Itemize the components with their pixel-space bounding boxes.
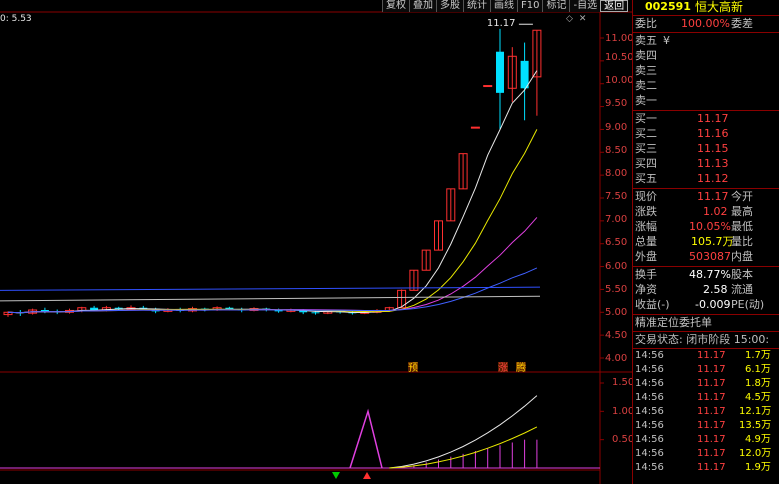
stat-row: 总量 105.7万 量比 bbox=[635, 235, 753, 248]
price-tick: 9.00 bbox=[605, 122, 628, 133]
tick-row: 14:56 11.17 1.8万 bbox=[635, 378, 771, 389]
ask-row[interactable]: 卖五 ¥ bbox=[633, 34, 779, 48]
chart-controls: ◇ ✕ bbox=[566, 14, 586, 24]
ma-line bbox=[7, 70, 538, 314]
ask-row[interactable]: 卖二 bbox=[633, 79, 779, 93]
quote-panel: 002591 恒大高新 委比 100.00% 委差 卖五 ¥ 卖四 卖三 卖二 … bbox=[632, 0, 779, 484]
ask-row[interactable]: 卖一 bbox=[633, 94, 779, 108]
trade-status: 交易状态: 闭市阶段 15:00: bbox=[635, 333, 770, 346]
stock-code: 002591 bbox=[645, 0, 691, 13]
weibi-row: 委比 100.00% 委差 bbox=[635, 17, 753, 30]
ask-row[interactable]: 卖三 bbox=[633, 64, 779, 78]
price-tick: 5.50 bbox=[605, 284, 628, 295]
price-tick: 6.00 bbox=[605, 261, 628, 272]
candle-body bbox=[470, 126, 480, 129]
kline-chart[interactable]: 11.17 预 涨腾 bbox=[0, 0, 632, 484]
bid-row[interactable]: 买三 11.15 bbox=[633, 142, 779, 156]
indicator-tick: 0.50 bbox=[612, 434, 635, 445]
indicator-tick: 1.50 bbox=[612, 377, 635, 388]
bid-row[interactable]: 买一 11.17 bbox=[633, 112, 779, 126]
tick-row: 14:56 11.17 1.7万 bbox=[635, 350, 771, 361]
stat-row: 换手 48.77% 股本 bbox=[635, 268, 753, 281]
draw-line-button[interactable]: 画线 bbox=[490, 0, 517, 12]
marker-label: 腾 bbox=[516, 361, 526, 374]
tick-row: 14:56 11.17 1.9万 bbox=[635, 462, 771, 473]
indicator-spike bbox=[349, 408, 383, 469]
price-tick: 8.50 bbox=[605, 145, 628, 156]
candle-body bbox=[520, 60, 529, 89]
candle-body bbox=[40, 310, 49, 312]
price-tick: 4.00 bbox=[605, 353, 628, 364]
price-tick: 8.00 bbox=[605, 168, 628, 179]
bid-row[interactable]: 买二 11.16 bbox=[633, 127, 779, 141]
chart-toolbar: 复权 叠加 多股 统计 画线 F10 标记 -自选 返回 bbox=[382, 0, 629, 12]
f10-button[interactable]: F10 bbox=[517, 0, 543, 12]
price-tick: 4.50 bbox=[605, 330, 628, 341]
ma-line bbox=[7, 129, 538, 314]
stock-header: 002591 恒大高新 bbox=[633, 0, 779, 14]
marker-label: 涨 bbox=[498, 362, 508, 374]
fuquan-button[interactable]: 复权 bbox=[382, 0, 409, 12]
indicator-tick: 1.00 bbox=[612, 406, 635, 417]
tick-row: 14:56 11.17 12.1万 bbox=[635, 406, 772, 417]
high-price-label: 11.17 bbox=[487, 18, 516, 29]
candle-body bbox=[90, 307, 99, 310]
bid-row[interactable]: 买四 11.13 bbox=[633, 157, 779, 171]
price-tick: 7.00 bbox=[605, 214, 628, 225]
back-button[interactable]: 返回 bbox=[600, 0, 629, 12]
tick-row: 14:56 11.17 13.5万 bbox=[635, 420, 772, 431]
stat-row: 涨幅 10.05% 最低 bbox=[635, 220, 753, 233]
price-tick: 10.50 bbox=[605, 52, 634, 63]
tick-row: 14:56 11.17 6.1万 bbox=[635, 364, 771, 375]
ask-row[interactable]: 卖四 bbox=[633, 49, 779, 63]
tick-row: 14:56 11.17 4.9万 bbox=[635, 434, 771, 445]
stat-row: 涨跌 1.02 最高 bbox=[635, 205, 753, 218]
candle-body bbox=[311, 312, 320, 314]
price-tick: 7.50 bbox=[605, 191, 628, 202]
stat-row: 外盘 503087 内盘 bbox=[635, 250, 753, 263]
price-tick: 11.00 bbox=[605, 33, 634, 44]
candle-body bbox=[483, 85, 493, 88]
order-title[interactable]: 精准定位委托单 bbox=[633, 316, 779, 330]
price-tick: 6.50 bbox=[605, 237, 628, 248]
ma-scale-label: 0: 5.53 bbox=[0, 14, 32, 24]
stock-name: 恒大高新 bbox=[695, 0, 744, 14]
multi-stock-button[interactable]: 多股 bbox=[436, 0, 463, 12]
close-icon[interactable]: ✕ bbox=[579, 14, 587, 24]
bid-row[interactable]: 买五 11.12 bbox=[633, 172, 779, 186]
up-arrow-icon bbox=[363, 472, 371, 479]
tick-row: 14:56 11.17 4.5万 bbox=[635, 392, 771, 403]
tick-row: 14:56 11.17 12.0万 bbox=[635, 448, 772, 459]
down-arrow-icon bbox=[332, 472, 340, 479]
stat-row: 收益(-) -0.009 PE(动) bbox=[635, 298, 765, 311]
watchlist-button[interactable]: -自选 bbox=[569, 0, 601, 12]
diamond-icon[interactable]: ◇ bbox=[566, 14, 573, 24]
stat-row: 净资 2.58 流通 bbox=[635, 283, 753, 296]
statistics-button[interactable]: 统计 bbox=[463, 0, 490, 12]
price-tick: 10.00 bbox=[605, 75, 634, 86]
marker-label: 预 bbox=[408, 362, 418, 374]
stat-row: 现价 11.17 今开 bbox=[635, 190, 753, 203]
candle-body bbox=[496, 51, 504, 93]
price-tick: 5.00 bbox=[605, 307, 628, 318]
mark-button[interactable]: 标记 bbox=[542, 0, 570, 12]
price-tick: 9.50 bbox=[605, 98, 628, 109]
overlay-button[interactable]: 叠加 bbox=[409, 0, 436, 12]
